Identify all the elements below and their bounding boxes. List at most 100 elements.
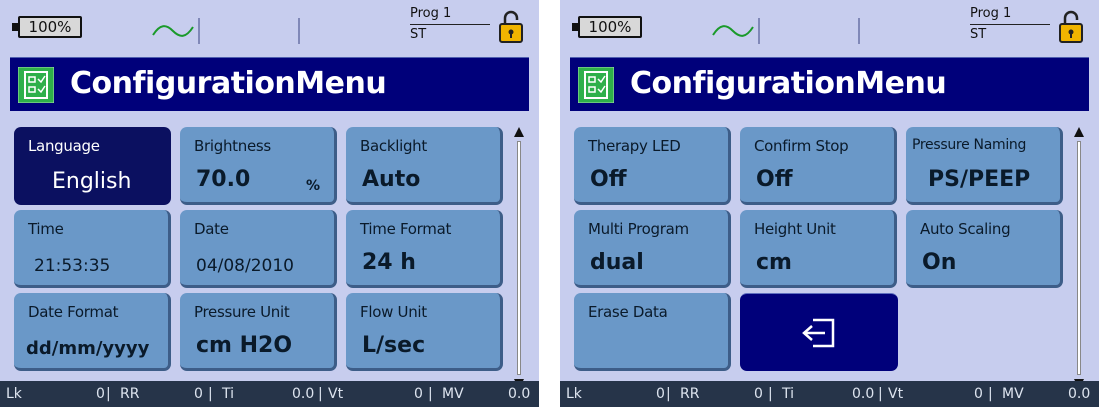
tile-value: Auto	[362, 167, 421, 192]
tile-value: L/sec	[362, 333, 426, 358]
tile-label: Backlight	[360, 137, 427, 155]
page-title: ConfigurationMenu	[70, 66, 387, 101]
status-divider	[858, 18, 860, 44]
status-divider	[758, 18, 760, 44]
tile-label: Flow Unit	[360, 303, 427, 321]
tile-date[interactable]: Date 04/08/2010	[180, 210, 337, 288]
lk-value: 0	[656, 386, 665, 402]
separator: |	[878, 386, 883, 402]
rr-label: RR	[120, 386, 140, 402]
tile-label: Pressure Naming	[912, 137, 1027, 153]
flow-wave-icon	[712, 25, 754, 37]
vt-label: Vt	[328, 386, 344, 402]
tile-flow-unit[interactable]: Flow Unit L/sec	[346, 293, 503, 371]
vt-label: Vt	[888, 386, 904, 402]
tile-value: 70.0	[196, 167, 251, 192]
flow-wave-icon	[152, 25, 194, 37]
separator: |	[318, 386, 323, 402]
mv-value: 0.0	[508, 386, 531, 402]
program-mode: ST	[970, 27, 987, 42]
rr-label: RR	[680, 386, 700, 402]
rr-value: 0	[194, 386, 203, 402]
vt-value: 0	[974, 386, 983, 402]
tile-date-format[interactable]: Date Format dd/mm/yyyy	[14, 293, 171, 371]
tile-time[interactable]: Time 21:53:35	[14, 210, 171, 288]
tile-value: 24 h	[362, 250, 416, 275]
back-arrow-icon	[802, 318, 835, 348]
page-title: ConfigurationMenu	[630, 66, 947, 101]
tile-value: dd/mm/yyyy	[26, 338, 150, 359]
status-divider	[198, 18, 200, 44]
tile-value: On	[922, 250, 957, 275]
scrollbar[interactable]	[512, 127, 526, 389]
scroll-track[interactable]	[517, 141, 521, 375]
battery-icon: 100%	[12, 16, 82, 38]
program-indicator: Prog 1 ST	[410, 6, 502, 48]
tile-label: Brightness	[194, 137, 271, 155]
separator: |	[666, 386, 671, 402]
tile-value: PS/PEEP	[928, 167, 1031, 192]
scroll-up-arrow-icon[interactable]	[514, 127, 524, 141]
ti-label: Ti	[222, 386, 235, 402]
tile-label: Multi Program	[588, 220, 689, 238]
title-bar: ConfigurationMenu	[10, 57, 529, 111]
lk-value: 0	[96, 386, 105, 402]
ti-value: 0.0	[852, 386, 875, 402]
tile-height-unit[interactable]: Height Unit cm	[740, 210, 897, 288]
tile-pressure-unit[interactable]: Pressure Unit cm H2O	[180, 293, 337, 371]
status-bar: 100% Prog 1 ST	[0, 0, 539, 56]
status-divider	[298, 18, 300, 44]
checklist-icon	[18, 67, 54, 103]
measurement-bar: Lk 0 | RR 0 | Ti 0.0 | Vt 0 | MV 0.0	[560, 381, 1099, 407]
tile-therapy-led[interactable]: Therapy LED Off	[574, 127, 731, 205]
tile-value: dual	[590, 250, 644, 275]
program-name: Prog 1	[970, 6, 1050, 25]
tile-label: Height Unit	[754, 220, 836, 238]
tile-value: Off	[756, 167, 793, 192]
config-screen-page-2: 100% Prog 1 ST ConfigurationMenu Therapy…	[560, 0, 1099, 407]
back-button[interactable]	[740, 293, 898, 371]
rr-value: 0	[754, 386, 763, 402]
tile-multi-program[interactable]: Multi Program dual	[574, 210, 731, 288]
program-mode: ST	[410, 27, 427, 42]
ti-value: 0.0	[292, 386, 315, 402]
program-name: Prog 1	[410, 6, 490, 25]
tile-backlight[interactable]: Backlight Auto	[346, 127, 503, 205]
tile-value: cm H2O	[196, 333, 293, 358]
battery-level: 100%	[588, 18, 632, 36]
scroll-up-arrow-icon[interactable]	[1074, 127, 1084, 141]
battery-level: 100%	[28, 18, 72, 36]
scroll-track[interactable]	[1077, 141, 1081, 375]
scrollbar[interactable]	[1072, 127, 1086, 389]
tile-brightness[interactable]: Brightness 70.0 %	[180, 127, 337, 205]
battery-icon: 100%	[572, 16, 642, 38]
padlock-open-icon[interactable]	[1058, 8, 1084, 46]
tile-label: Time	[28, 220, 64, 238]
ti-label: Ti	[782, 386, 795, 402]
separator: |	[428, 386, 433, 402]
tile-auto-scaling[interactable]: Auto Scaling On	[906, 210, 1063, 288]
tile-erase-data[interactable]: Erase Data	[574, 293, 731, 371]
tile-value: Off	[590, 167, 627, 192]
separator: |	[988, 386, 993, 402]
separator: |	[208, 386, 213, 402]
tile-value: English	[52, 169, 132, 194]
config-screen-page-1: 100% Prog 1 ST ConfigurationMenu Languag…	[0, 0, 539, 407]
tile-unit: %	[305, 178, 320, 194]
tile-label: Time Format	[360, 220, 452, 238]
tile-confirm-stop[interactable]: Confirm Stop Off	[740, 127, 897, 205]
separator: |	[768, 386, 773, 402]
mv-value: 0.0	[1068, 386, 1091, 402]
tile-value: 04/08/2010	[196, 256, 294, 276]
tile-pressure-naming[interactable]: Pressure Naming PS/PEEP	[906, 127, 1063, 205]
tile-label: Pressure Unit	[194, 303, 290, 321]
separator: |	[106, 386, 111, 402]
tile-language[interactable]: Language English	[14, 127, 171, 205]
tile-label: Date Format	[28, 303, 119, 321]
tile-time-format[interactable]: Time Format 24 h	[346, 210, 503, 288]
title-bar: ConfigurationMenu	[570, 57, 1089, 111]
tile-label: Therapy LED	[588, 137, 681, 155]
status-bar: 100% Prog 1 ST	[560, 0, 1099, 56]
padlock-open-icon[interactable]	[498, 8, 524, 46]
program-indicator: Prog 1 ST	[970, 6, 1062, 48]
